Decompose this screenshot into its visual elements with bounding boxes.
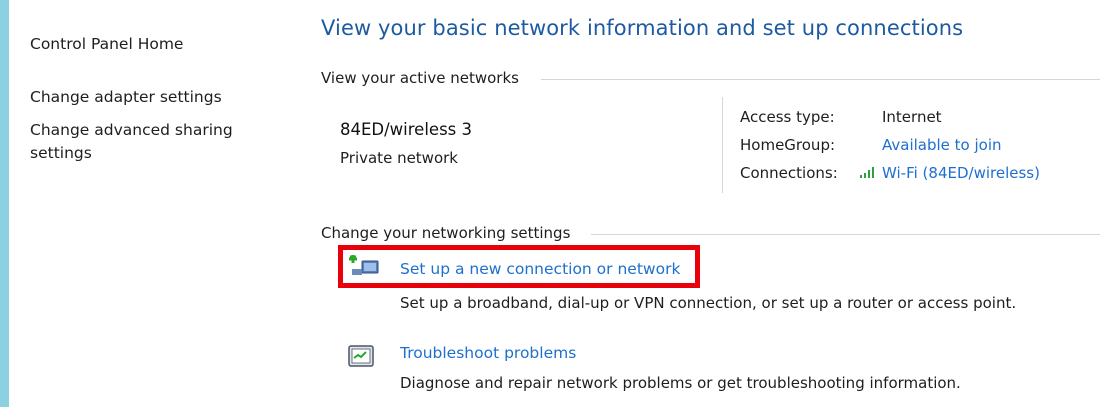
change-adapter-settings-link[interactable]: Change adapter settings <box>30 86 222 109</box>
page-title: View your basic network information and … <box>321 16 964 40</box>
section-divider <box>591 234 1100 235</box>
homegroup-link[interactable]: Available to join <box>882 136 1002 154</box>
networking-settings-heading: Change your networking settings <box>321 224 571 242</box>
highlight-box <box>338 245 700 288</box>
access-type-value: Internet <box>882 108 942 126</box>
sidebar-item-label: Change advanced sharing <box>30 121 233 139</box>
troubleshoot-icon[interactable] <box>348 345 374 369</box>
set-up-new-connection-description: Set up a broadband, dial-up or VPN conne… <box>400 294 1017 312</box>
network-category-link[interactable]: Private network <box>340 149 458 167</box>
control-panel-window: Control Panel Home Change adapter settin… <box>9 0 1100 407</box>
access-type-label: Access type: <box>740 108 835 126</box>
sidebar-item-label-continued: settings <box>30 144 92 162</box>
troubleshoot-problems-link[interactable]: Troubleshoot problems <box>400 344 576 362</box>
homegroup-label: HomeGroup: <box>740 136 836 154</box>
active-networks-heading: View your active networks <box>321 69 519 87</box>
network-name: 84ED/wireless 3 <box>340 120 473 139</box>
network-vertical-divider <box>722 97 723 193</box>
sidebar: Control Panel Home Change adapter settin… <box>9 0 299 407</box>
wifi-signal-icon <box>860 166 878 178</box>
connections-label: Connections: <box>740 164 838 182</box>
change-advanced-sharing-settings-link[interactable]: Change advanced sharing settings <box>30 119 233 165</box>
section-divider <box>541 79 1100 80</box>
troubleshoot-problems-description: Diagnose and repair network problems or … <box>400 374 961 392</box>
wifi-connection-label: Wi-Fi (84ED/wireless) <box>882 164 1040 182</box>
wifi-connection-link[interactable]: Wi-Fi (84ED/wireless) <box>860 164 1040 182</box>
control-panel-home-link[interactable]: Control Panel Home <box>30 33 183 56</box>
